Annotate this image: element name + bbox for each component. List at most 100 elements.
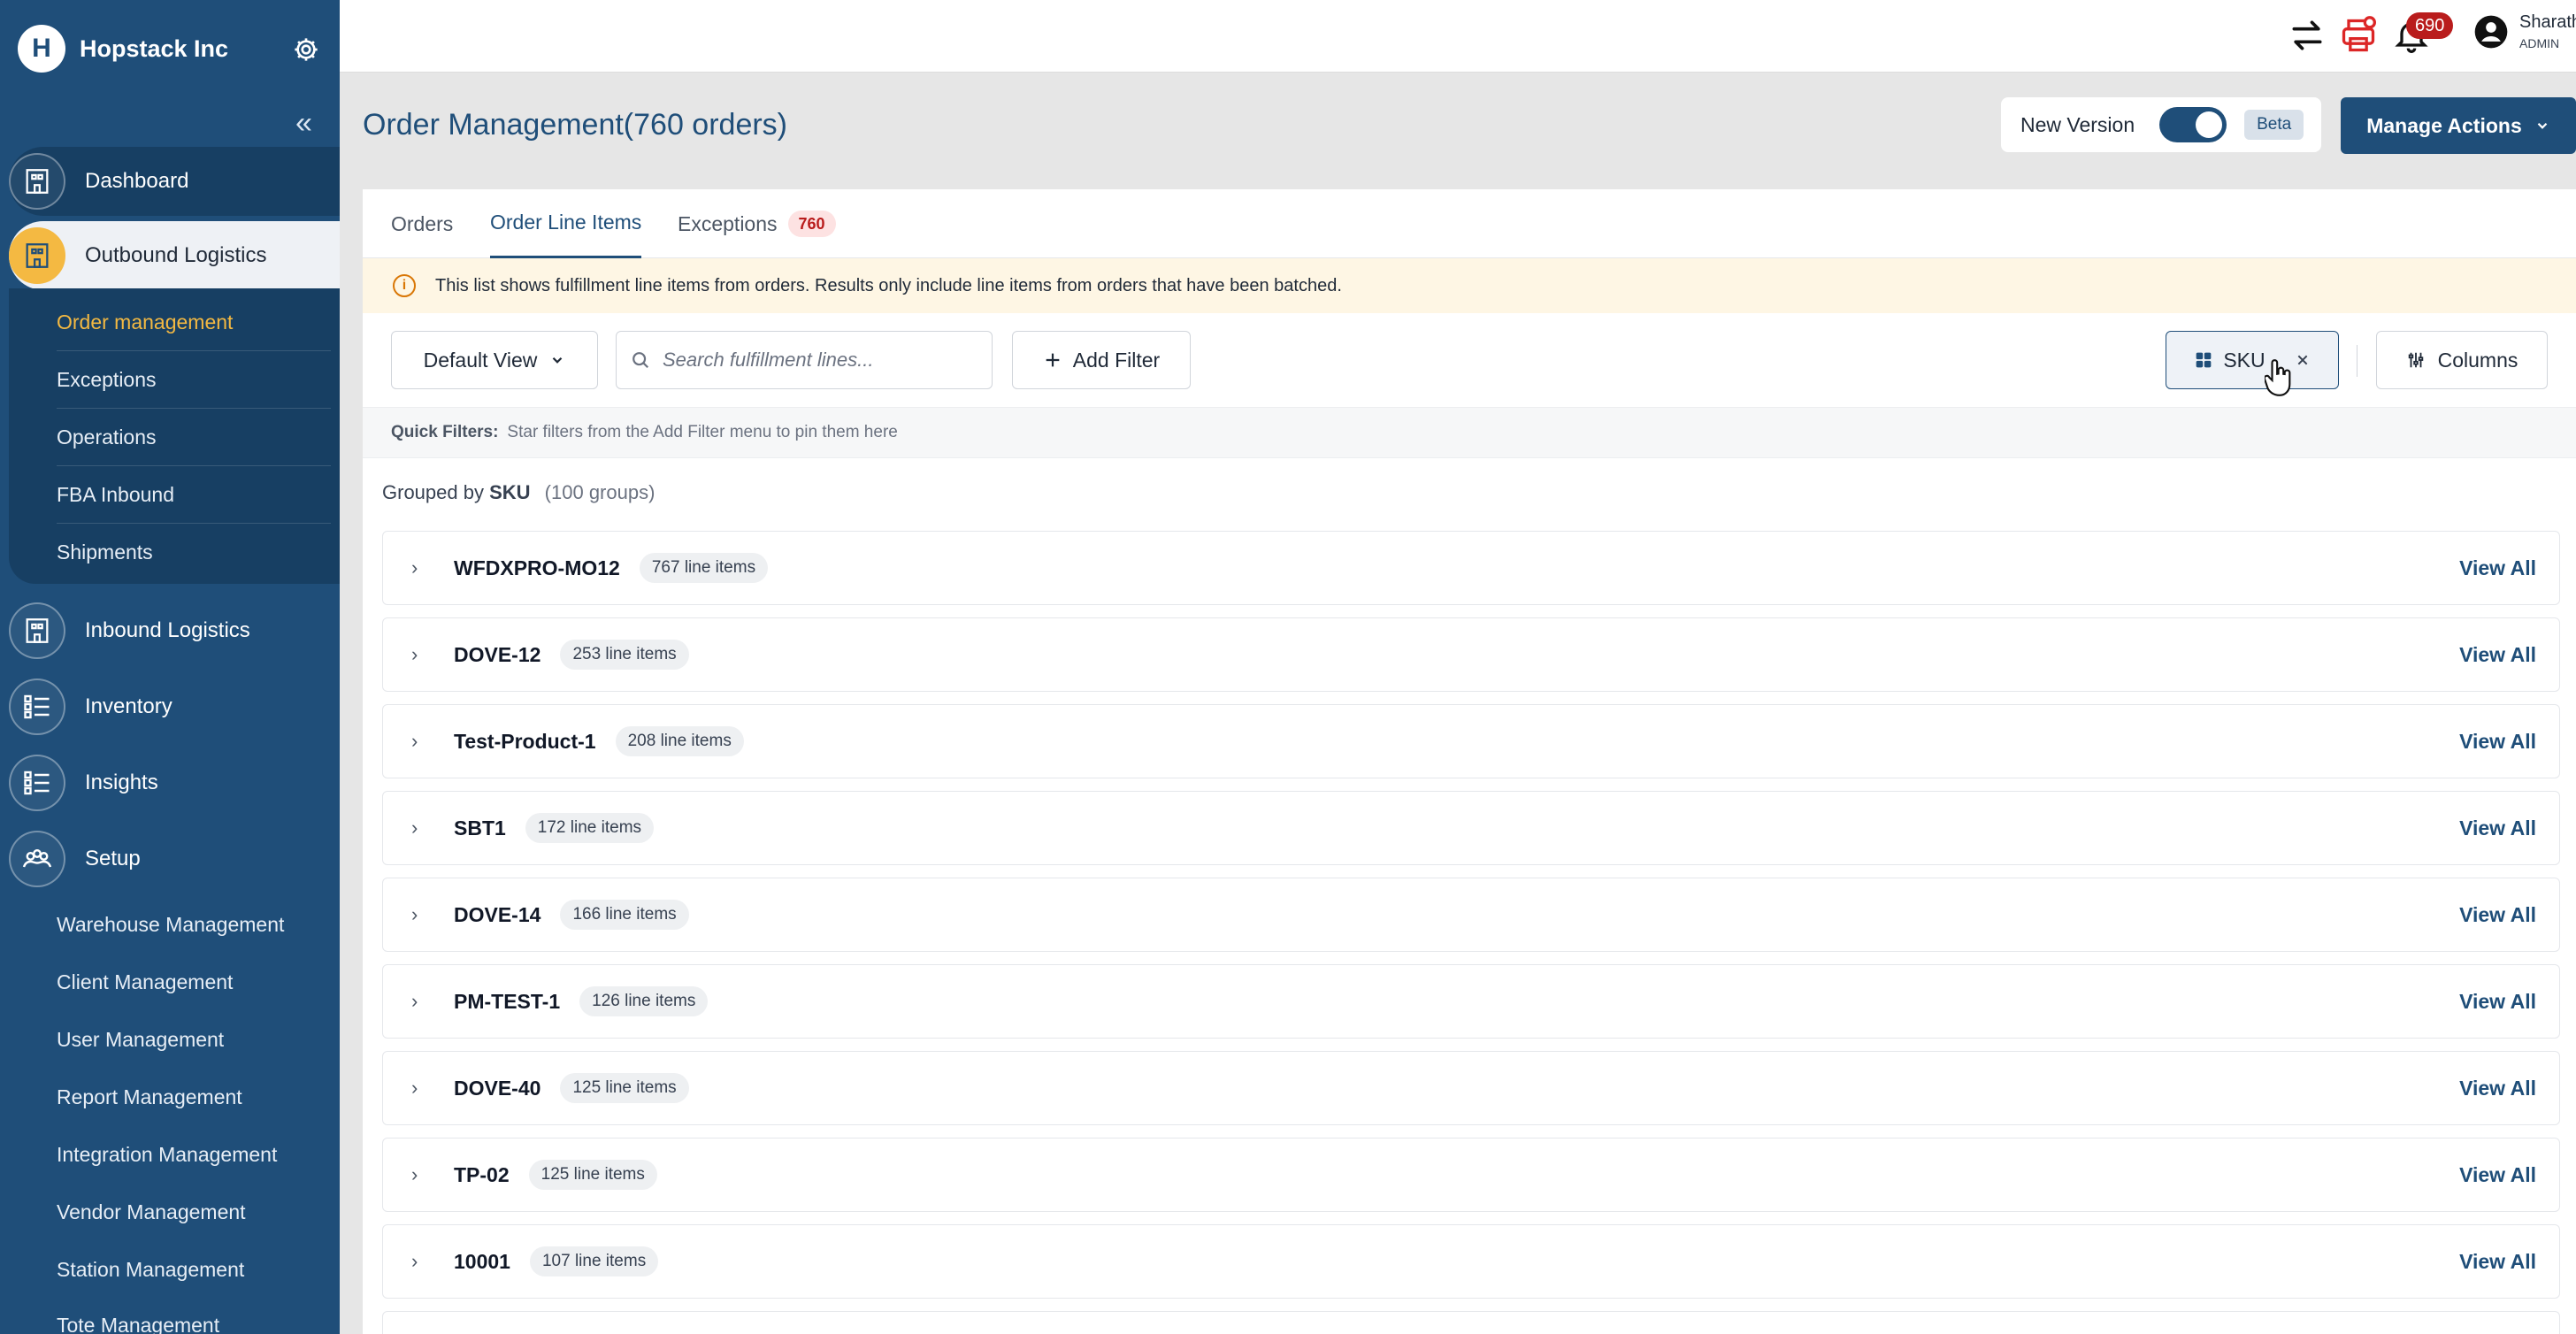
group-sku: DOVE-14 — [454, 902, 541, 926]
manage-actions-button[interactable]: Manage Actions — [2341, 97, 2576, 154]
nav-insights[interactable]: Insights — [9, 748, 340, 817]
group-row[interactable]: › DOVE-40 125 line items View All — [382, 1051, 2560, 1125]
subnav-order-management[interactable]: Order management — [57, 294, 331, 351]
subnav-tote-management[interactable]: Tote Management — [57, 1297, 331, 1334]
columns-label: Columns — [2437, 348, 2518, 372]
user-menu[interactable]: Sharath ADMIN — [2473, 12, 2576, 50]
quick-filters-bar: Quick Filters: Star filters from the Add… — [363, 407, 2576, 458]
subnav-integration-management[interactable]: Integration Management — [57, 1126, 331, 1184]
gear-icon[interactable] — [292, 35, 320, 64]
group-sku: 10001 — [454, 1249, 510, 1273]
close-icon[interactable] — [2296, 353, 2310, 367]
notification-count-badge: 690 — [2406, 12, 2454, 39]
checklist-icon — [9, 678, 65, 735]
quick-filters-hint: Star filters from the Add Filter menu to… — [507, 423, 898, 441]
brand-logo: H — [18, 25, 65, 73]
view-all-link[interactable]: View All — [2459, 730, 2536, 754]
view-all-link[interactable]: View All — [2459, 990, 2536, 1014]
line-items-count: 125 line items — [528, 1160, 657, 1190]
view-all-link[interactable]: View All — [2459, 816, 2536, 840]
chevron-right-icon[interactable]: › — [411, 816, 418, 840]
user-avatar-icon — [2474, 15, 2508, 48]
user-role: ADMIN — [2519, 36, 2560, 50]
nav-label: Dashboard — [85, 169, 189, 193]
subnav-client-management[interactable]: Client Management — [57, 954, 331, 1011]
sku-chip-label: SKU — [2223, 348, 2266, 372]
subnav-report-management[interactable]: Report Management — [57, 1069, 331, 1126]
default-view-dropdown[interactable]: Default View — [391, 331, 598, 389]
tab-orders[interactable]: Orders — [391, 189, 453, 258]
group-row[interactable]: › WFDXPRO-MO12 767 line items View All — [382, 531, 2560, 605]
checklist-icon — [9, 755, 65, 811]
nav-inbound-logistics[interactable]: Inbound Logistics — [9, 596, 340, 665]
group-row[interactable]: › DOVE-12 253 line items View All — [382, 617, 2560, 692]
line-items-count: 767 line items — [639, 553, 769, 583]
chevron-right-icon[interactable]: › — [411, 1163, 418, 1186]
subnav-user-management[interactable]: User Management — [57, 1011, 331, 1069]
nav-setup[interactable]: Setup — [9, 824, 340, 893]
printer-icon[interactable] — [2339, 16, 2378, 55]
default-view-label: Default View — [423, 348, 538, 372]
subnav-station-management[interactable]: Station Management — [57, 1241, 331, 1299]
line-items-count: 126 line items — [579, 986, 709, 1016]
new-version-toggle[interactable] — [2159, 107, 2227, 142]
chevron-right-icon[interactable]: › — [411, 990, 418, 1013]
nav-label: Inventory — [85, 694, 172, 718]
group-row[interactable]: › TP-02 125 line items View All — [382, 1138, 2560, 1212]
tab-label: Exceptions — [678, 211, 778, 235]
sku-group-chip[interactable]: SKU — [2166, 331, 2339, 389]
group-row[interactable]: › DOVE-14 166 line items View All — [382, 878, 2560, 952]
banner-text: This list shows fulfillment line items f… — [435, 275, 1342, 295]
subnav-warehouse-management[interactable]: Warehouse Management — [57, 896, 331, 954]
subnav-operations[interactable]: Operations — [57, 409, 331, 466]
subnav-fba-inbound[interactable]: FBA Inbound — [57, 466, 331, 524]
group-sku: SBT1 — [454, 816, 506, 840]
chevron-right-icon[interactable]: › — [411, 1250, 418, 1273]
collapse-sidebar-icon[interactable]: « — [295, 108, 312, 138]
view-all-link[interactable]: View All — [2459, 903, 2536, 927]
group-sku: TP-02 — [454, 1162, 510, 1186]
toolbar-divider — [2357, 345, 2358, 377]
nav-dashboard[interactable]: Dashboard — [9, 147, 340, 216]
chevron-right-icon[interactable]: › — [411, 903, 418, 926]
line-items-count: 172 line items — [525, 813, 655, 843]
search-input[interactable] — [663, 349, 981, 372]
group-row[interactable]: › Test-Product-1 208 line items View All — [382, 704, 2560, 778]
chevron-right-icon[interactable]: › — [411, 643, 418, 666]
view-all-link[interactable]: View All — [2459, 643, 2536, 667]
toggle-knob — [2196, 111, 2223, 138]
chevron-right-icon[interactable]: › — [411, 1077, 418, 1100]
view-all-link[interactable]: View All — [2459, 556, 2536, 580]
line-items-count: 107 line items — [529, 1246, 659, 1276]
nav-outbound-logistics[interactable]: Outbound Logistics — [9, 221, 340, 290]
group-row[interactable]: › PM-TEST-1 126 line items View All — [382, 964, 2560, 1039]
subnav-vendor-management[interactable]: Vendor Management — [57, 1184, 331, 1241]
columns-button[interactable]: Columns — [2376, 331, 2548, 389]
manage-actions-label: Manage Actions — [2366, 113, 2522, 137]
tab-bar: Orders Order Line Items Exceptions 760 — [363, 189, 2576, 258]
group-row[interactable]: › SBT1 172 line items View All — [382, 791, 2560, 865]
swap-arrows-icon[interactable] — [2288, 16, 2327, 55]
new-version-label: New Version — [2020, 112, 2135, 136]
tab-label: Orders — [391, 211, 454, 235]
view-all-link[interactable]: View All — [2459, 1250, 2536, 1274]
subnav-exceptions[interactable]: Exceptions — [57, 351, 331, 409]
sliders-icon — [2408, 352, 2423, 368]
tab-exceptions[interactable]: Exceptions 760 — [678, 189, 836, 258]
nav-inventory[interactable]: Inventory — [9, 672, 340, 741]
chevron-down-icon — [553, 356, 563, 364]
add-filter-button[interactable]: Add Filter — [1012, 331, 1191, 389]
line-items-count: 166 line items — [560, 900, 689, 930]
brand[interactable]: H Hopstack Inc — [18, 25, 228, 73]
page-title: Order Management(760 orders) — [363, 108, 788, 142]
subnav-shipments[interactable]: Shipments — [57, 524, 331, 581]
view-all-link[interactable]: View All — [2459, 1077, 2536, 1100]
plus-icon — [1046, 353, 1060, 367]
group-row[interactable]: › 10001 107 line items View All — [382, 1224, 2560, 1299]
chevron-right-icon[interactable]: › — [411, 730, 418, 753]
add-filter-label: Add Filter — [1072, 348, 1161, 372]
tab-order-line-items[interactable]: Order Line Items — [490, 189, 642, 258]
chevron-right-icon[interactable]: › — [411, 556, 418, 579]
group-row-partial[interactable] — [382, 1311, 2560, 1334]
view-all-link[interactable]: View All — [2459, 1163, 2536, 1187]
